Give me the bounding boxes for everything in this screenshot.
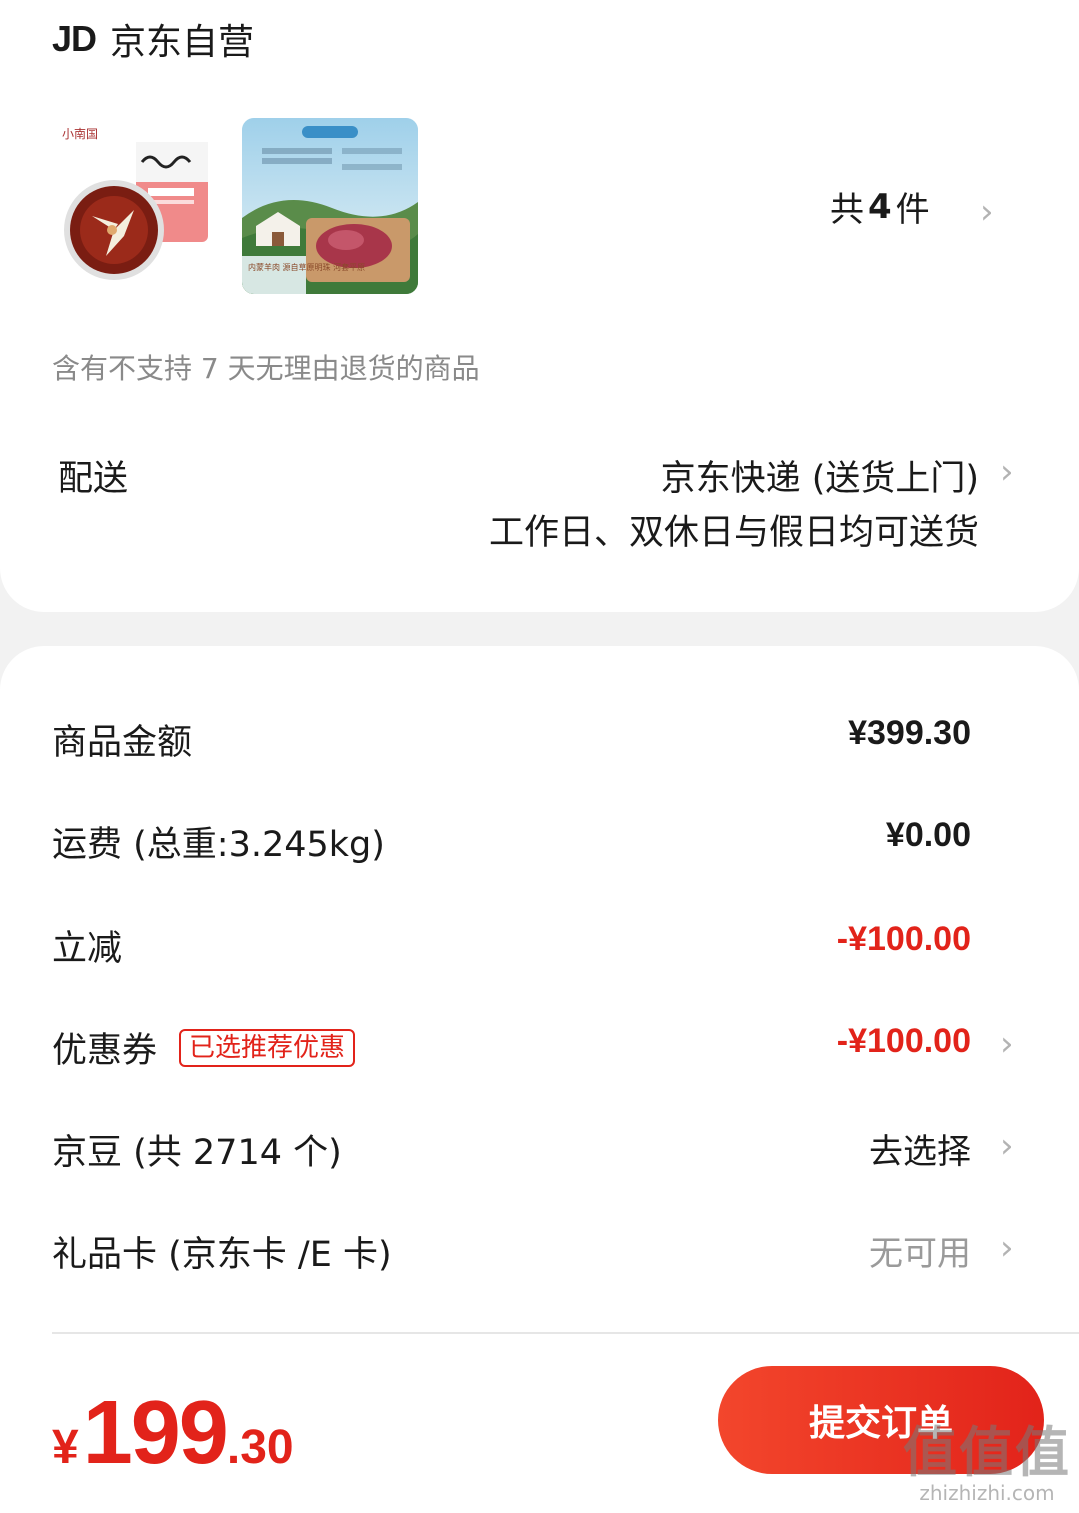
instant-discount-row: 立减 -¥100.00 (0, 912, 1079, 972)
coupon-recommended-tag: 已选推荐优惠 (179, 1028, 356, 1067)
price-summary-card: 商品金额 ¥399.30 运费 (总重:3.245kg) ¥0.00 立减 -¥… (0, 646, 1079, 1346)
checkout-footer: ¥ 199 .30 提交订单 值值值 zhizhizhi.com (0, 1346, 1079, 1513)
watermark-logo: 值值值 (903, 1421, 1071, 1484)
shipping-value: ¥0.00 (885, 816, 971, 854)
instant-discount-label: 立减 (52, 929, 123, 969)
product-count[interactable]: 共 4 件 (830, 182, 930, 231)
jd-logo: JD (52, 18, 97, 59)
delivery-method[interactable]: 京东快递 (送货上门) (661, 450, 979, 501)
order-total: ¥ 199 .30 (52, 1382, 294, 1485)
shop-header: JD 京东自营 (52, 14, 254, 64)
product-thumbnail-1[interactable]: 小南国 (52, 118, 220, 294)
divider (52, 1332, 1079, 1334)
jd-beans-row[interactable]: 京豆 (共 2714 个) 去选择 › (0, 1116, 1079, 1176)
shipping-row: 运费 (总重:3.245kg) ¥0.00 (0, 808, 1079, 868)
coupon-row[interactable]: 优惠券 已选推荐优惠 -¥100.00 › (0, 1014, 1079, 1074)
shop-name: 京东自营 (110, 22, 255, 63)
product-thumbnail-2[interactable]: 内蒙羊肉 源自草原明珠 河套平原 (242, 118, 418, 294)
chevron-right-icon[interactable]: › (1000, 1126, 1014, 1166)
coupon-value: -¥100.00 (836, 1022, 971, 1060)
lamb-product-image: 内蒙羊肉 源自草原明珠 河套平原 (242, 118, 418, 294)
lamb-caption: 内蒙羊肉 源自草原明珠 河套平原 (248, 262, 365, 272)
order-shop-card: JD 京东自营 小南国 内蒙羊肉 源自草原明珠 河套平原 共 4 件 › 含有不… (0, 0, 1079, 612)
spicy-soup-product-image: 小南国 (52, 118, 220, 294)
chevron-right-icon[interactable]: › (1000, 452, 1014, 492)
brand-text: 小南国 (62, 126, 98, 141)
goods-amount-row: 商品金额 ¥399.30 (0, 706, 1079, 766)
goods-amount-label: 商品金额 (52, 723, 193, 763)
delivery-label: 配送 (58, 459, 129, 499)
count-prefix: 共 (830, 190, 864, 230)
return-policy-note: 含有不支持 7 天无理由退货的商品 (52, 352, 480, 385)
coupon-label: 优惠券 (52, 1031, 158, 1071)
total-decimal: .30 (226, 1421, 294, 1474)
chevron-right-icon[interactable]: › (980, 192, 994, 232)
chevron-right-icon[interactable]: › (1000, 1228, 1014, 1268)
gift-card-value: 无可用 (869, 1234, 971, 1274)
gift-card-row[interactable]: 礼品卡 (京东卡 /E 卡) 无可用 › (0, 1218, 1079, 1278)
total-integer: 199 (82, 1383, 229, 1483)
shipping-label: 运费 (总重:3.245kg) (52, 825, 385, 865)
gift-card-label: 礼品卡 (京东卡 /E 卡) (52, 1235, 392, 1275)
total-currency: ¥ (52, 1421, 79, 1474)
coupon-label-group: 优惠券 已选推荐优惠 (52, 1022, 356, 1073)
count-value: 4 (868, 186, 892, 227)
goods-amount-value: ¥399.30 (848, 714, 971, 752)
chevron-right-icon[interactable]: › (1000, 1024, 1014, 1064)
jd-beans-label: 京豆 (共 2714 个) (52, 1133, 342, 1173)
delivery-note: 工作日、双休日与假日均可送货 (488, 513, 979, 553)
jd-beans-value[interactable]: 去选择 (869, 1124, 971, 1173)
instant-discount-value: -¥100.00 (836, 920, 971, 958)
count-suffix: 件 (895, 190, 930, 230)
watermark-url: zhizhizhi.com (919, 1481, 1055, 1505)
watermark: 值值值 zhizhizhi.com (903, 1421, 1071, 1506)
